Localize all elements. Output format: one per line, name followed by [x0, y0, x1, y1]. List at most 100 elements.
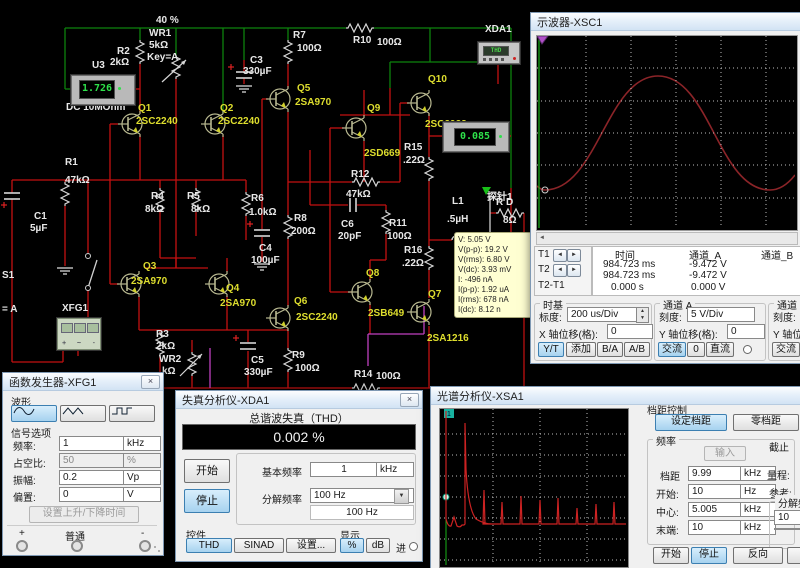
fundamental-frequency-unit[interactable]: kHz [376, 462, 414, 477]
dt-channel-a: 0.000 V [691, 282, 725, 293]
spectrum-reverse-button[interactable]: 反向 [733, 547, 783, 564]
resize-grip[interactable] [153, 545, 161, 553]
start-freq-input[interactable]: 10 [688, 484, 742, 499]
scope-mode-yt-button[interactable]: Y/T [538, 342, 564, 357]
span-input[interactable]: 9.99 [688, 466, 742, 481]
duty-cycle-input[interactable]: 50 [59, 453, 125, 468]
channel-b-group: 通道 B 刻度: Y 轴位移(格): 交流 0 [768, 303, 800, 361]
enter-button[interactable]: 输入 [704, 446, 746, 461]
xfg1-instrument-icon[interactable]: +~- [57, 318, 101, 350]
scope-mode-ab-button[interactable]: A/B [624, 342, 650, 357]
xda1-instrument-icon[interactable]: THD [478, 42, 520, 64]
schematic-label: .5µH [447, 214, 468, 225]
fundamental-frequency-input[interactable]: 1 [310, 462, 378, 477]
schematic-label: 2SD669 [364, 148, 400, 159]
offset-input[interactable]: 0 [59, 487, 125, 502]
schematic-label: 100Ω [295, 363, 320, 374]
schematic-label: C1 [34, 211, 47, 222]
schematic-label: Q2 [220, 103, 233, 114]
scope-mode-add-button[interactable]: 添加 [566, 342, 596, 357]
center-freq-input[interactable]: 5.005 [688, 502, 742, 517]
schematic-label: 2SA970 [131, 276, 167, 287]
timebase-scale-input[interactable]: 200 us/Div [567, 307, 637, 322]
sine-wave-button[interactable] [11, 405, 57, 422]
oscilloscope-titlebar[interactable]: 示波器-XSC1 [531, 13, 800, 31]
close-icon[interactable]: × [141, 375, 160, 389]
amplitude-label: 振幅: [13, 472, 36, 487]
schematic-label: 100Ω [387, 231, 412, 242]
zero-span-button[interactable]: 零档距 [733, 414, 799, 431]
amplitude-input[interactable]: 0.2 [59, 470, 125, 485]
input-terminal[interactable] [409, 542, 418, 551]
minus-terminal[interactable] [139, 540, 151, 552]
frequency-input[interactable]: 1 [59, 436, 125, 451]
spectrum-trace [446, 411, 626, 527]
meter-pip-icon [499, 135, 502, 138]
schematic-label: = A [2, 304, 17, 315]
stop-button[interactable]: 停止 [184, 489, 230, 513]
end-freq-input[interactable]: 10 [688, 520, 742, 535]
channel-a-zero-button[interactable]: 0 [687, 342, 705, 357]
common-terminal[interactable] [71, 540, 83, 552]
set-span-button[interactable]: 设定档距 [655, 414, 727, 431]
spectrum-stop-button[interactable]: 停止 [691, 547, 727, 564]
resolution-input[interactable]: 10 [774, 510, 800, 525]
square-wave-button[interactable] [109, 405, 155, 422]
schematic-label: 47kΩ [346, 189, 371, 200]
probe-tooltip-line: I(p-p): 1.92 uA [458, 285, 530, 295]
terminal-plus-label: + [19, 528, 25, 539]
thd-button[interactable]: THD [186, 538, 232, 553]
distortion-analyzer-title: 失真分析仪-XDA1 [182, 392, 269, 408]
resolution-group-label: 分解频率 [775, 495, 800, 510]
channel-a-radio[interactable] [743, 345, 752, 354]
triangle-wave-button[interactable] [60, 405, 106, 422]
scroll-left-icon[interactable]: ◄ [539, 233, 545, 243]
function-generator-titlebar[interactable]: 函数发生器-XFG1 [3, 373, 163, 391]
multimeter-output[interactable]: 0.085 [443, 122, 509, 152]
dropdown-arrow-icon[interactable]: ▼ [394, 489, 409, 504]
schematic-label: .22Ω [402, 258, 424, 269]
fundamental-frequency-label: 基本频率 [262, 464, 302, 479]
percent-button[interactable]: % [340, 538, 364, 553]
multimeter-u3[interactable]: 1.726 [71, 75, 135, 105]
end-freq-label: 末端: [656, 522, 679, 537]
t2-right-arrow-button[interactable]: ► [567, 264, 581, 277]
schematic-label: Q6 [294, 296, 307, 307]
timebase-scale-spinner[interactable]: ▲▼ [636, 307, 649, 323]
sinad-button[interactable]: SINAD [234, 538, 284, 553]
settings-button[interactable]: 设置... [286, 538, 336, 553]
timebase-xpos-input[interactable]: 0 [607, 324, 653, 339]
schematic-label: 100Ω [376, 371, 401, 382]
channel-a-scale-input[interactable]: 5 V/Div [687, 307, 755, 322]
spectrum-analyzer-titlebar[interactable]: 光谱分析仪-XSA1 [431, 387, 800, 405]
t1-left-arrow-button[interactable]: ◄ [553, 249, 567, 262]
schematic-label: C5 [251, 355, 264, 366]
schematic-label: WR2 [159, 354, 181, 365]
close-icon[interactable]: × [400, 393, 419, 407]
t1-right-arrow-button[interactable]: ► [567, 249, 581, 262]
meter-pip-icon [118, 87, 121, 90]
channel-b-ac-button[interactable]: 交流 [772, 342, 800, 357]
probe-tooltip-line: V(p-p): 19.2 V [458, 245, 530, 255]
start-button[interactable]: 开始 [184, 459, 230, 483]
scope-scrollbar[interactable]: ◄ [536, 232, 798, 245]
plus-terminal[interactable] [16, 540, 28, 552]
channel-a-dc-button[interactable]: 直流 [706, 342, 734, 357]
frequency-unit[interactable]: kHz [123, 436, 161, 451]
scope-mode-ba-button[interactable]: B/A [597, 342, 623, 357]
rise-fall-time-button[interactable]: 设置上升/下降时间 [29, 506, 139, 523]
channel-a-ypos-input[interactable]: 0 [727, 324, 765, 339]
t1-label: T1 [538, 249, 550, 260]
amplitude-unit[interactable]: Vp [123, 470, 161, 485]
offset-unit[interactable]: V [123, 487, 161, 502]
spectrum-start-button[interactable]: 开始 [653, 547, 689, 564]
spectrum-show-button[interactable]: 显示 [787, 547, 800, 564]
t1-channel-a: -9.472 V [689, 259, 727, 270]
t2-channel-a: -9.472 V [689, 270, 727, 281]
t2-left-arrow-button[interactable]: ◄ [553, 264, 567, 277]
distortion-analyzer-titlebar[interactable]: 失真分析仪-XDA1 [176, 391, 422, 409]
t1-time: 984.723 ms [603, 259, 655, 270]
oscilloscope-graph [536, 35, 798, 231]
db-button[interactable]: dB [366, 538, 390, 553]
channel-a-ac-button[interactable]: 交流 [658, 342, 686, 357]
